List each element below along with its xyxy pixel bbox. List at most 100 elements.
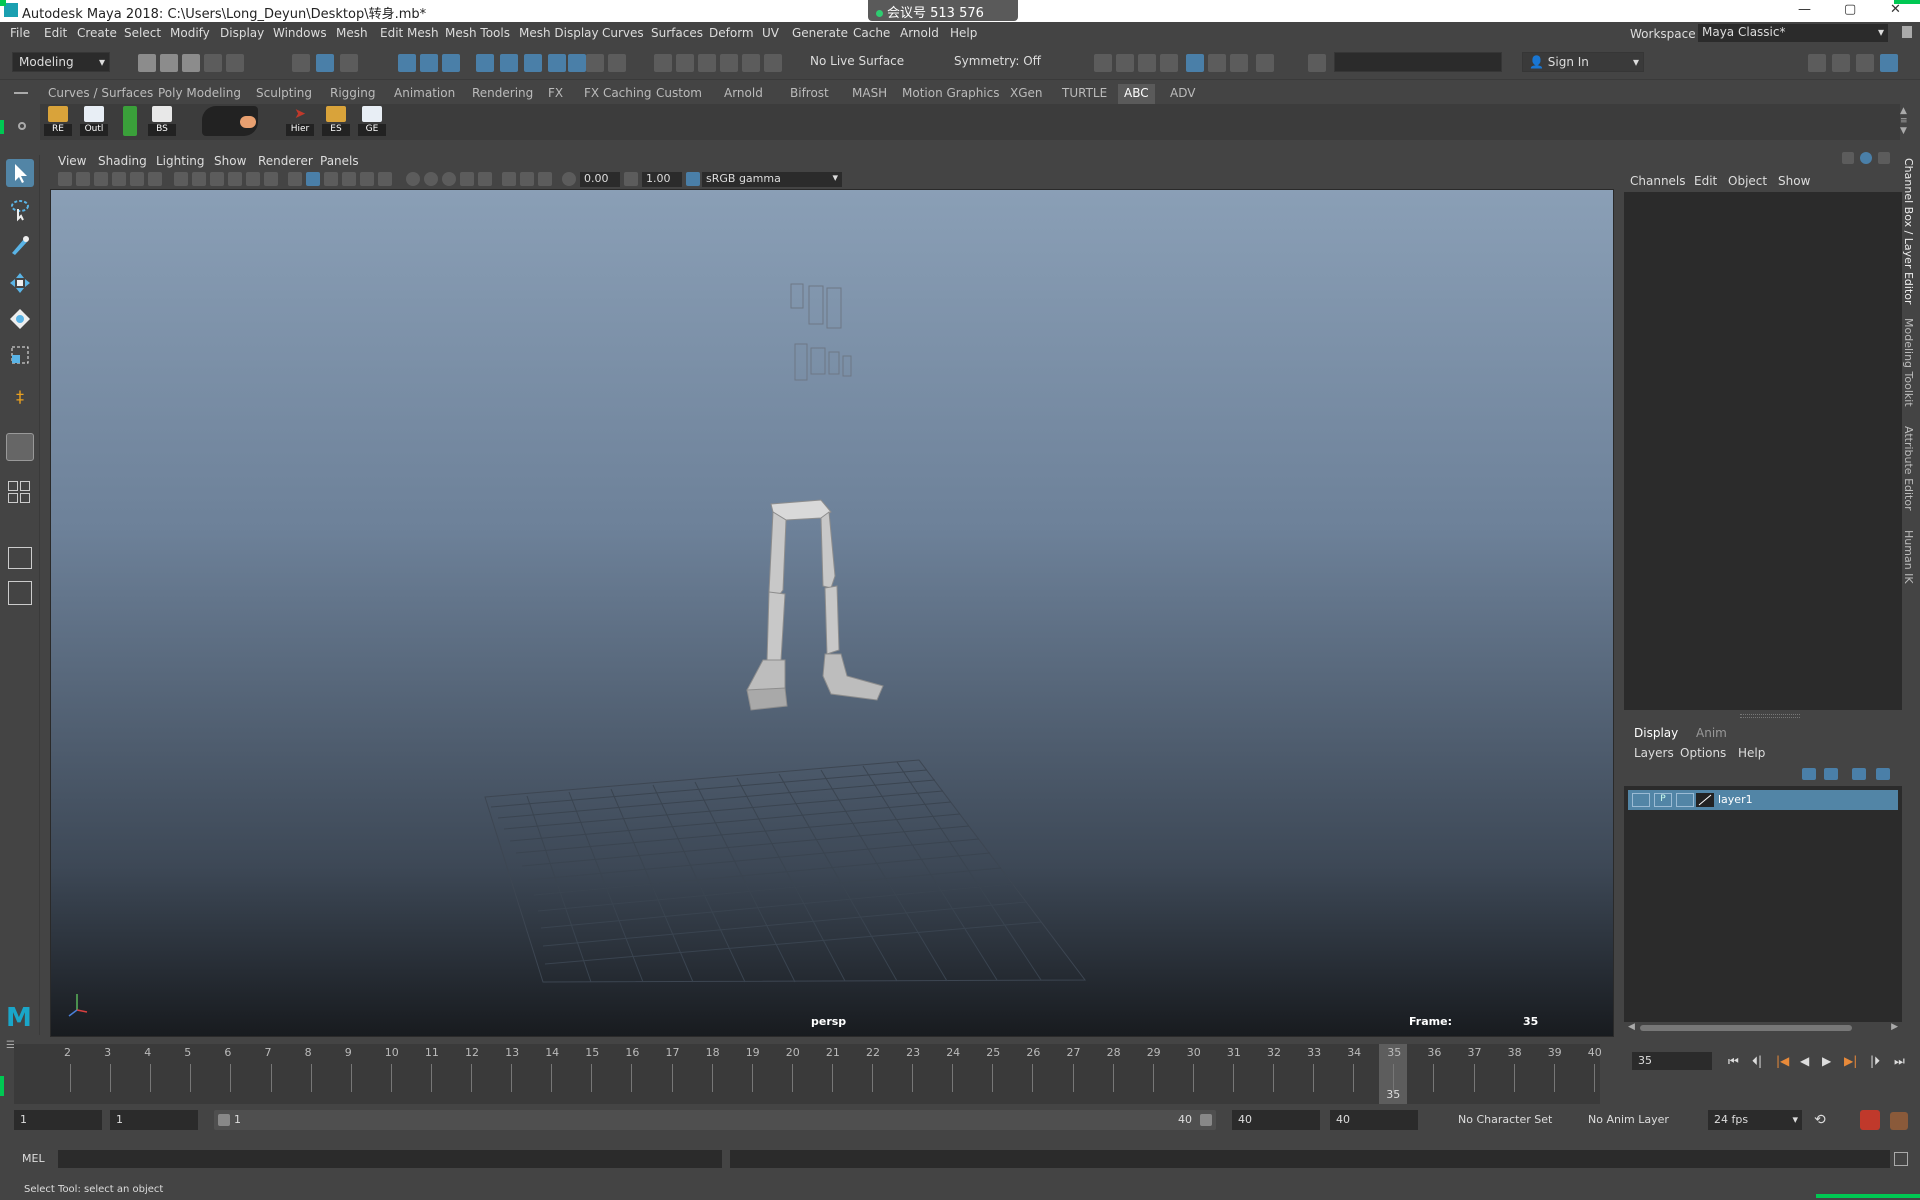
time-slider[interactable]: 35 2 3 4 5 6 7 8 9 10 11 12 13 14 15 16 17 18 19 20 21 22 23 2… [14, 1044, 1602, 1104]
wireframe-on-shaded-icon[interactable] [324, 172, 338, 186]
snap-curve-magnet-icon[interactable] [676, 54, 694, 72]
scroll-left-icon[interactable]: ◀ [1628, 1022, 1635, 1032]
select-camera-icon[interactable] [58, 172, 72, 186]
grid-toggle-icon[interactable] [174, 172, 188, 186]
menu-file[interactable]: File [10, 26, 30, 40]
shelf-tab-xgen[interactable]: XGen [1004, 84, 1049, 104]
render-view-icon[interactable] [1094, 54, 1112, 72]
new-layer-from-selection-icon[interactable] [1876, 768, 1890, 780]
viewport-menu-renderer[interactable]: Renderer [258, 154, 313, 168]
menu-curves[interactable]: Curves [602, 26, 644, 40]
quick-search-input[interactable] [1334, 52, 1502, 72]
anti-aliasing-icon[interactable] [442, 172, 456, 186]
camera-attributes-icon[interactable] [76, 172, 90, 186]
menu-cache[interactable]: Cache [853, 26, 890, 40]
shelf-tab-sculpting[interactable]: Sculpting [250, 84, 318, 104]
shelf-button-es[interactable]: ES [322, 106, 350, 138]
menu-arnold[interactable]: Arnold [900, 26, 939, 40]
menu-edit[interactable]: Edit [44, 26, 67, 40]
rotate-tool-icon[interactable] [6, 305, 34, 333]
animation-end-field[interactable]: 40 [1330, 1110, 1418, 1130]
modeling-toolkit-toggle-icon[interactable] [1808, 54, 1826, 72]
hypershade-icon[interactable] [1186, 54, 1204, 72]
menu-mesh[interactable]: Mesh [336, 26, 368, 40]
scroll-right-icon[interactable]: ▶ [1891, 1022, 1898, 1032]
shelf-tab-arnold[interactable]: Arnold [718, 84, 769, 104]
scroll-thumb[interactable] [1640, 1025, 1852, 1031]
menu-display[interactable]: Display [220, 26, 264, 40]
channelbox-body[interactable] [1624, 192, 1902, 710]
attribute-editor-icon[interactable] [1860, 152, 1872, 164]
gamma-input[interactable]: 1.00 [642, 172, 682, 187]
shelf-menu-icon[interactable] [14, 92, 28, 94]
field-chart-icon[interactable] [246, 172, 260, 186]
menu-surfaces[interactable]: Surfaces [651, 26, 703, 40]
shelf-button-character[interactable] [198, 106, 262, 138]
shelf-button-outliner[interactable]: Outl [80, 106, 108, 138]
step-forward-key-icon[interactable]: ▶| [1844, 1054, 1857, 1068]
xray-joints-icon[interactable] [538, 172, 552, 186]
layer-color-swatch[interactable] [1696, 793, 1714, 807]
side-tab-modeling-toolkit[interactable]: Modeling Toolkit [1902, 318, 1915, 407]
move-tool-icon[interactable] [6, 269, 34, 297]
new-layer-icon[interactable] [1852, 768, 1866, 780]
gate-mask-icon[interactable] [228, 172, 242, 186]
snap-magnet-icon[interactable] [654, 54, 672, 72]
film-gate-icon[interactable] [192, 172, 206, 186]
snap-point-magnet-icon[interactable] [698, 54, 716, 72]
undo-icon[interactable] [204, 54, 222, 72]
auto-key-icon[interactable] [1860, 1110, 1880, 1130]
shelf-tab-abc[interactable]: ABC [1118, 84, 1155, 104]
scale-tool-icon[interactable] [6, 341, 34, 369]
exposure-icon[interactable] [562, 172, 576, 186]
channelbox-menu-show[interactable]: Show [1778, 174, 1810, 188]
shelf-scroll-arrows-icon[interactable]: ▲ ≡ ▼ [1900, 106, 1908, 136]
character-set-dropdown[interactable]: No Character Set [1452, 1110, 1572, 1130]
viewport-menu-panels[interactable]: Panels [320, 154, 359, 168]
channelbox-menu-channels[interactable]: Channels [1630, 174, 1686, 188]
shelf-tab-fx[interactable]: FX [542, 84, 569, 104]
color-space-dropdown[interactable]: sRGB gamma ▾ [702, 171, 842, 187]
loop-icon[interactable]: ⟲ [1814, 1112, 1826, 1128]
layer-tab-display[interactable]: Display [1634, 726, 1678, 740]
current-time-input[interactable]: 35 [1632, 1052, 1712, 1070]
step-back-key-icon[interactable]: |◀ [1776, 1054, 1789, 1068]
side-tab-human-ik[interactable]: Human IK [1902, 530, 1915, 584]
side-tab-channel-box[interactable]: Channel Box / Layer Editor [1902, 158, 1915, 305]
depth-of-field-icon[interactable] [460, 172, 474, 186]
snap-surface-icon[interactable] [742, 54, 760, 72]
shelf-button-spring[interactable] [116, 106, 144, 138]
symmetry-field[interactable]: Symmetry: Off [948, 52, 1058, 72]
range-slider[interactable]: 1 40 [214, 1110, 1216, 1130]
single-perspective-layout-icon[interactable] [6, 433, 34, 461]
menu-mesh-tools[interactable]: Mesh Tools [445, 26, 510, 40]
shelf-tab-rendering[interactable]: Rendering [466, 84, 539, 104]
redo-icon[interactable] [226, 54, 244, 72]
help-query-icon[interactable] [568, 54, 586, 72]
range-end-handle[interactable] [1200, 1114, 1212, 1126]
wireframe-icon[interactable] [288, 172, 302, 186]
outliner-layout-icon[interactable] [8, 581, 32, 605]
color-management-icon[interactable] [686, 172, 700, 186]
select-component-icon[interactable] [340, 54, 358, 72]
channel-box-toggle-icon[interactable] [1880, 54, 1898, 72]
motion-blur-icon[interactable] [424, 172, 438, 186]
layer-menu-layers[interactable]: Layers [1634, 746, 1674, 760]
select-object-icon[interactable] [316, 54, 334, 72]
grease-pencil-icon[interactable] [148, 172, 162, 186]
menu-deform[interactable]: Deform [709, 26, 754, 40]
shelf-tab-turtle[interactable]: TURTLE [1056, 84, 1113, 104]
shelf-tab-mash[interactable]: MASH [846, 84, 893, 104]
isolate-select-icon[interactable] [478, 172, 492, 186]
screen-space-ao-icon[interactable] [406, 172, 420, 186]
layer-playback-toggle[interactable]: P [1654, 793, 1672, 807]
attribute-editor-toggle-icon[interactable] [1832, 54, 1850, 72]
layer-menu-options[interactable]: Options [1680, 746, 1726, 760]
anim-layer-dropdown[interactable]: No Anim Layer [1582, 1110, 1692, 1130]
layer-name[interactable]: layer1 [1718, 793, 1753, 806]
menu-select[interactable]: Select [124, 26, 161, 40]
layer-display-type-toggle[interactable] [1676, 793, 1694, 807]
playback-start-field[interactable]: 1 [110, 1110, 198, 1130]
animation-start-field[interactable]: 1 [14, 1110, 102, 1130]
shelf-tab-curves-surfaces[interactable]: Curves / Surfaces [42, 84, 159, 104]
